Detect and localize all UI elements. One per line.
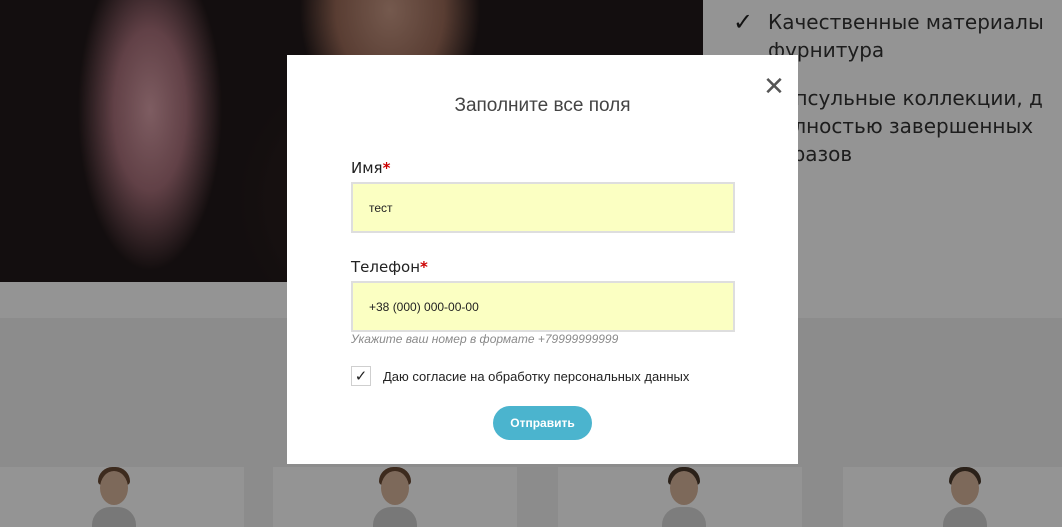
consent-label: Даю согласие на обработку персональных д… bbox=[383, 369, 690, 384]
required-mark: * bbox=[382, 159, 391, 177]
required-mark: * bbox=[420, 258, 428, 276]
phone-field-label: Телефон* bbox=[351, 258, 428, 276]
contact-form-modal: ✕ Заполните все поля Имя* Телефон* Укажи… bbox=[287, 55, 798, 464]
name-input[interactable] bbox=[351, 182, 735, 233]
name-field-label: Имя* bbox=[351, 159, 390, 177]
phone-input[interactable] bbox=[351, 281, 735, 332]
phone-format-hint: Укажите ваш номер в формате +79999999999 bbox=[351, 332, 619, 346]
consent-checkbox[interactable]: ✓ bbox=[351, 366, 371, 386]
name-label-text: Имя bbox=[351, 159, 383, 177]
submit-button[interactable]: Отправить bbox=[493, 406, 592, 440]
phone-label-text: Телефон bbox=[351, 258, 421, 276]
modal-title: Заполните все поля bbox=[454, 95, 631, 116]
